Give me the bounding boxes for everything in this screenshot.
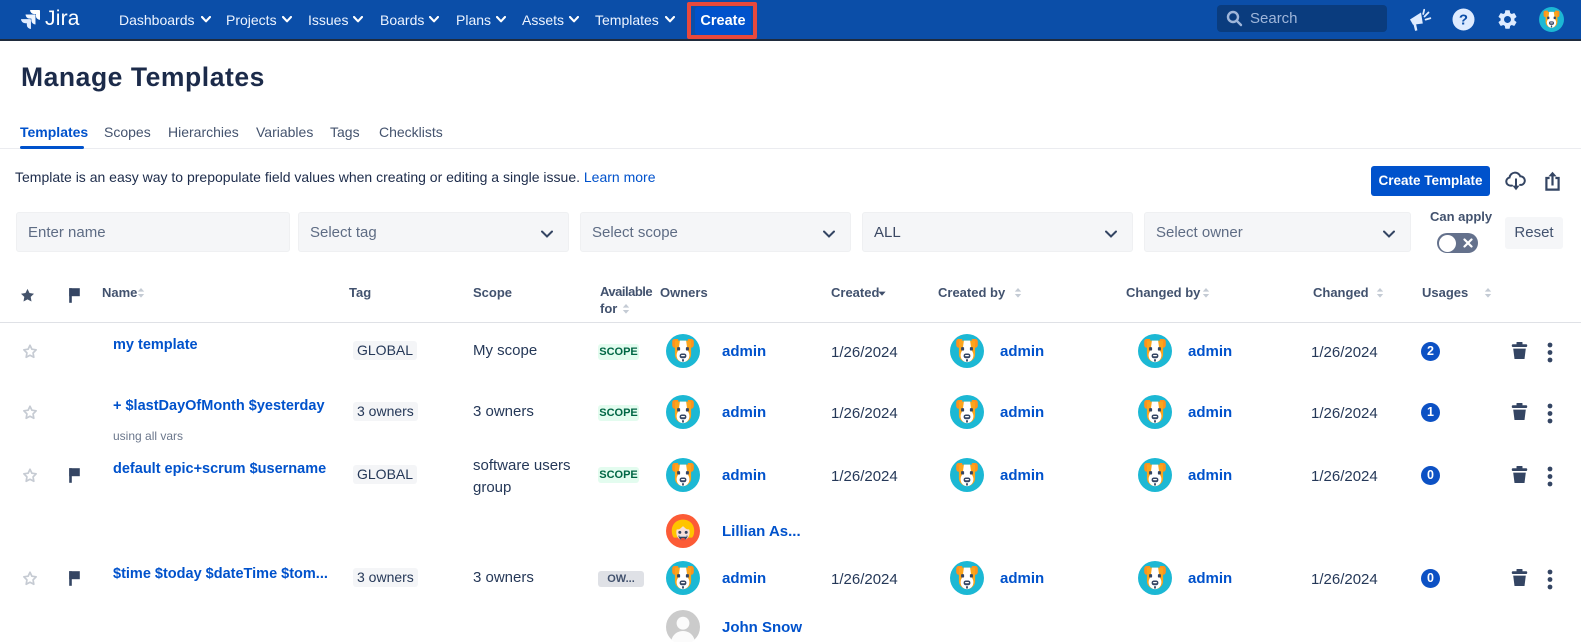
svg-text:?: ? (1459, 12, 1468, 29)
